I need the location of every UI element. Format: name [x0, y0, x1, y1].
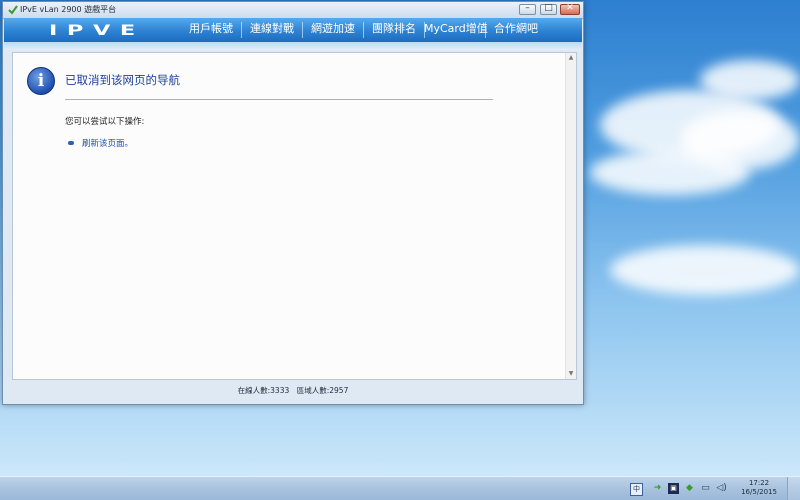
refresh-page-link[interactable]: 刷新该页面。 [82, 137, 133, 149]
title-bar[interactable]: IPvE vLan 2900 遊戲平台 – □ ✕ [3, 2, 583, 19]
volume-icon[interactable]: ◁) [716, 483, 727, 494]
hint-text: 您可以尝试以下操作: [65, 117, 145, 127]
nav-item-ranking[interactable]: 團隊排名 [367, 18, 421, 42]
cloud [590, 150, 750, 195]
scroll-up-icon[interactable]: ▲ [566, 53, 576, 63]
minimize-button[interactable]: – [519, 3, 536, 15]
nav-item-battle[interactable]: 連線對戰 [245, 18, 299, 42]
app-icon [8, 5, 18, 15]
ipve-logo: IPVE [49, 23, 145, 39]
nav-bar: IPVE 用戶帳號 連線對戰 網遊加速 團隊排名 MyCard增值 合作網吧 [4, 18, 582, 42]
nav-item-account[interactable]: 用戶帳號 [184, 18, 238, 42]
browser-content: i 已取消到该网页的导航 您可以尝试以下操作: 刷新该页面。 ▲ ▼ [12, 52, 577, 380]
nav-separator [363, 22, 364, 38]
window-title: IPvE vLan 2900 遊戲平台 [20, 5, 117, 14]
cloud [700, 60, 800, 100]
info-icon: i [27, 67, 55, 95]
app-window: IPvE vLan 2900 遊戲平台 – □ ✕ IPVE 用戶帳號 連線對戰… [2, 1, 584, 405]
clock[interactable]: 17:22 16/5/2015 [741, 479, 777, 497]
nav-separator [485, 22, 486, 38]
error-title: 已取消到该网页的导航 [65, 73, 180, 87]
nav-separator [241, 22, 242, 38]
input-method-icon[interactable]: 中 [630, 483, 643, 496]
bullet-icon [68, 141, 74, 145]
nav-item-netcafe[interactable]: 合作網吧 [489, 18, 543, 42]
nav-subbar [4, 42, 582, 50]
vertical-scrollbar[interactable]: ▲ ▼ [565, 53, 576, 379]
display-icon[interactable]: ▭ [700, 483, 711, 494]
nav-item-mycard[interactable]: MyCard增值 [424, 18, 488, 42]
close-button[interactable]: ✕ [560, 3, 580, 15]
clock-time: 17:22 [748, 479, 770, 487]
taskbar: 中 ➜ ▣ ◆ ▭ ◁) 17:22 16/5/2015 [0, 476, 800, 500]
network-arrow-icon[interactable]: ➜ [652, 483, 663, 494]
divider [65, 99, 493, 100]
scroll-down-icon[interactable]: ▼ [566, 369, 576, 379]
shield-icon[interactable]: ◆ [684, 483, 695, 494]
maximize-button[interactable]: □ [540, 3, 557, 15]
show-desktop-button[interactable] [787, 477, 800, 500]
monitor-icon[interactable]: ▣ [668, 483, 679, 494]
clock-date: 16/5/2015 [741, 488, 777, 496]
online-status: 在線人數:3333 區域人數:2957 [237, 386, 349, 395]
nav-separator [302, 22, 303, 38]
nav-item-accelerate[interactable]: 網遊加速 [306, 18, 360, 42]
cloud [610, 245, 800, 295]
system-tray: 中 ➜ ▣ ◆ ▭ ◁) 17:22 16/5/2015 [630, 477, 800, 500]
